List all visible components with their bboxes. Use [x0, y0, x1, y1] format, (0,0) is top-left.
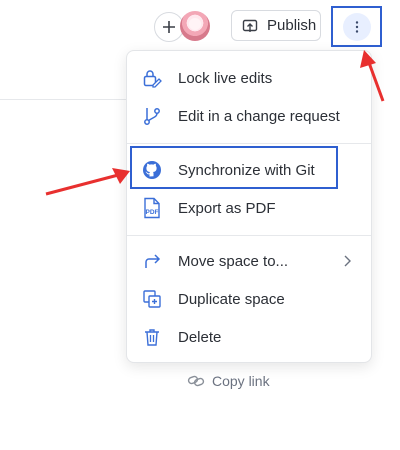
menu-item-label: Edit in a change request [178, 107, 340, 125]
top-toolbar: Publish [0, 0, 400, 54]
lock-edit-icon [141, 67, 163, 89]
duplicate-icon [141, 288, 163, 310]
annotation-highlight-box [130, 146, 338, 189]
menu-item-label: Export as PDF [178, 199, 276, 217]
publish-button[interactable]: Publish [231, 10, 321, 41]
menu-divider [127, 235, 371, 236]
menu-item-export-pdf[interactable]: PDF Export as PDF [127, 191, 373, 225]
menu-item-edit-change-request[interactable]: Edit in a change request [127, 99, 373, 133]
avatar[interactable] [180, 11, 210, 41]
menu-item-label: Delete [178, 328, 222, 346]
menu-item-label: Move space to... [178, 252, 289, 270]
publish-label: Publish [267, 17, 317, 34]
annotation-arrow-left [45, 168, 130, 196]
plus-icon [163, 21, 175, 33]
more-options-button[interactable] [331, 6, 382, 47]
chevron-right-icon [344, 255, 351, 267]
trash-icon [141, 326, 163, 348]
header-divider [0, 99, 130, 100]
menu-item-label: Lock live edits [178, 69, 273, 87]
publish-icon [242, 19, 258, 32]
menu-divider [127, 143, 371, 144]
menu-item-lock-live-edits[interactable]: Lock live edits [127, 61, 373, 95]
menu-item-duplicate-space[interactable]: Duplicate space [127, 282, 373, 316]
menu-item-label: Duplicate space [178, 290, 285, 308]
move-arrow-icon [141, 250, 163, 272]
link-icon [187, 375, 205, 387]
vertical-dots-icon [355, 20, 358, 33]
copy-link-button[interactable]: Copy link [187, 371, 270, 391]
branch-icon [141, 105, 163, 127]
more-options-inner [342, 12, 371, 41]
copy-link-label: Copy link [212, 373, 270, 389]
annotation-arrow-up [360, 50, 385, 102]
space-options-menu: Lock live edits Edit in a change request… [126, 50, 372, 363]
menu-item-move-space[interactable]: Move space to... [127, 244, 373, 278]
svg-text:PDF: PDF [146, 209, 159, 216]
pdf-icon: PDF [141, 197, 163, 219]
menu-item-delete[interactable]: Delete [127, 320, 373, 354]
